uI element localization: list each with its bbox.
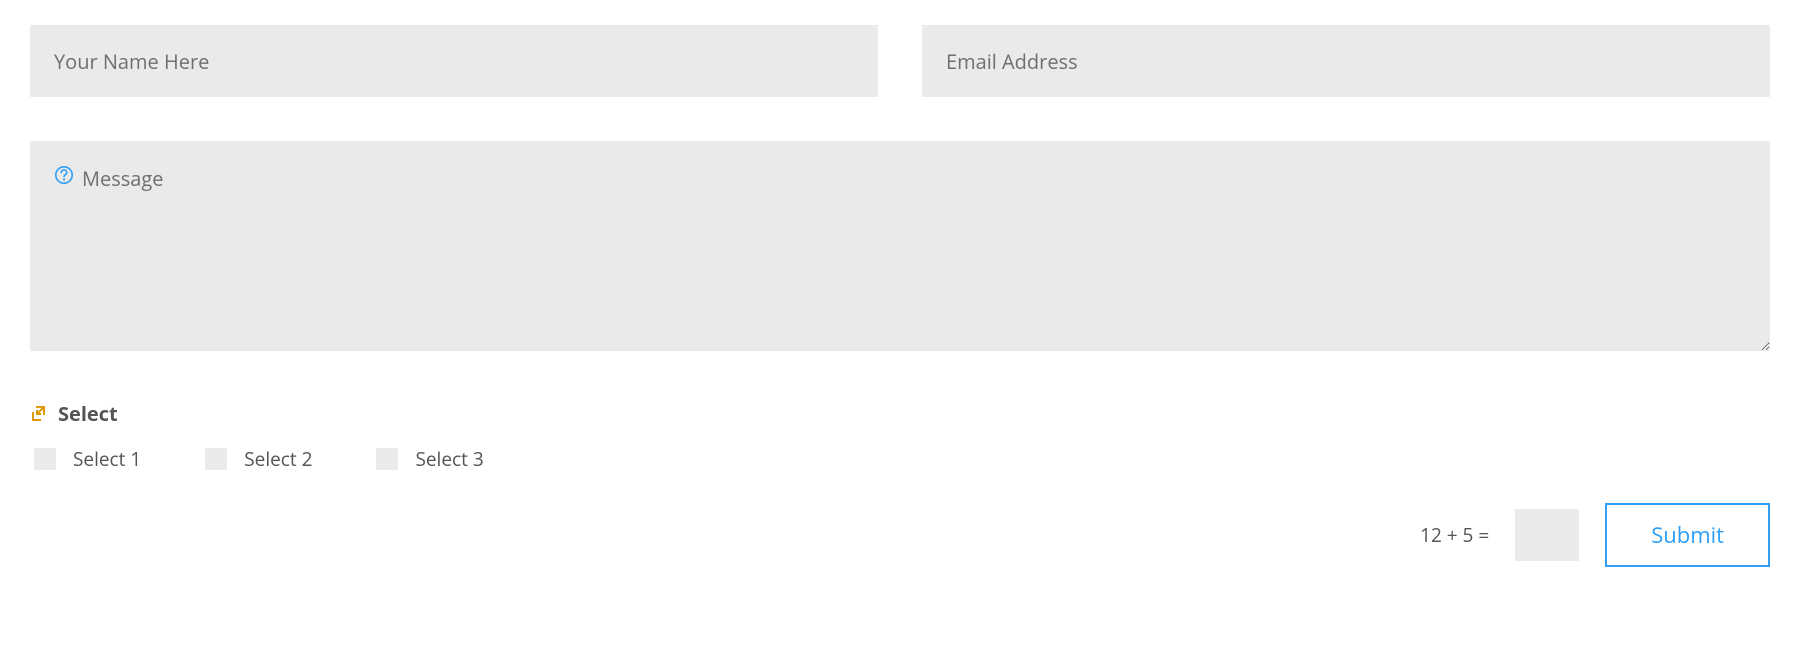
select-group: Select Select 1 Select 2 Select 3 (30, 400, 1770, 473)
name-input[interactable] (30, 25, 878, 97)
checkbox-item-2[interactable]: Select 2 (201, 445, 312, 473)
checkbox-1[interactable] (34, 448, 56, 470)
email-input[interactable] (922, 25, 1770, 97)
select-header: Select (30, 400, 1770, 427)
message-field-wrap (30, 141, 1770, 356)
arrow-in-box-icon (30, 405, 48, 423)
checkbox-row: Select 1 Select 2 Select 3 (30, 445, 1770, 473)
captcha-input[interactable] (1515, 509, 1579, 561)
checkbox-item-3[interactable]: Select 3 (372, 445, 483, 473)
checkbox-item-1[interactable]: Select 1 (30, 445, 141, 473)
contact-form: Select Select 1 Select 2 Select 3 12 + 5… (30, 25, 1770, 567)
checkbox-label-2: Select 2 (244, 446, 312, 472)
captcha-question: 12 + 5 = (1420, 522, 1489, 548)
checkbox-3[interactable] (376, 448, 398, 470)
checkbox-label-3: Select 3 (415, 446, 483, 472)
message-input[interactable] (30, 141, 1770, 351)
submit-button[interactable]: Submit (1605, 503, 1770, 567)
select-title: Select (58, 400, 118, 427)
name-email-row (30, 25, 1770, 97)
form-footer: 12 + 5 = Submit (30, 503, 1770, 567)
checkbox-2[interactable] (205, 448, 227, 470)
checkbox-label-1: Select 1 (73, 446, 141, 472)
